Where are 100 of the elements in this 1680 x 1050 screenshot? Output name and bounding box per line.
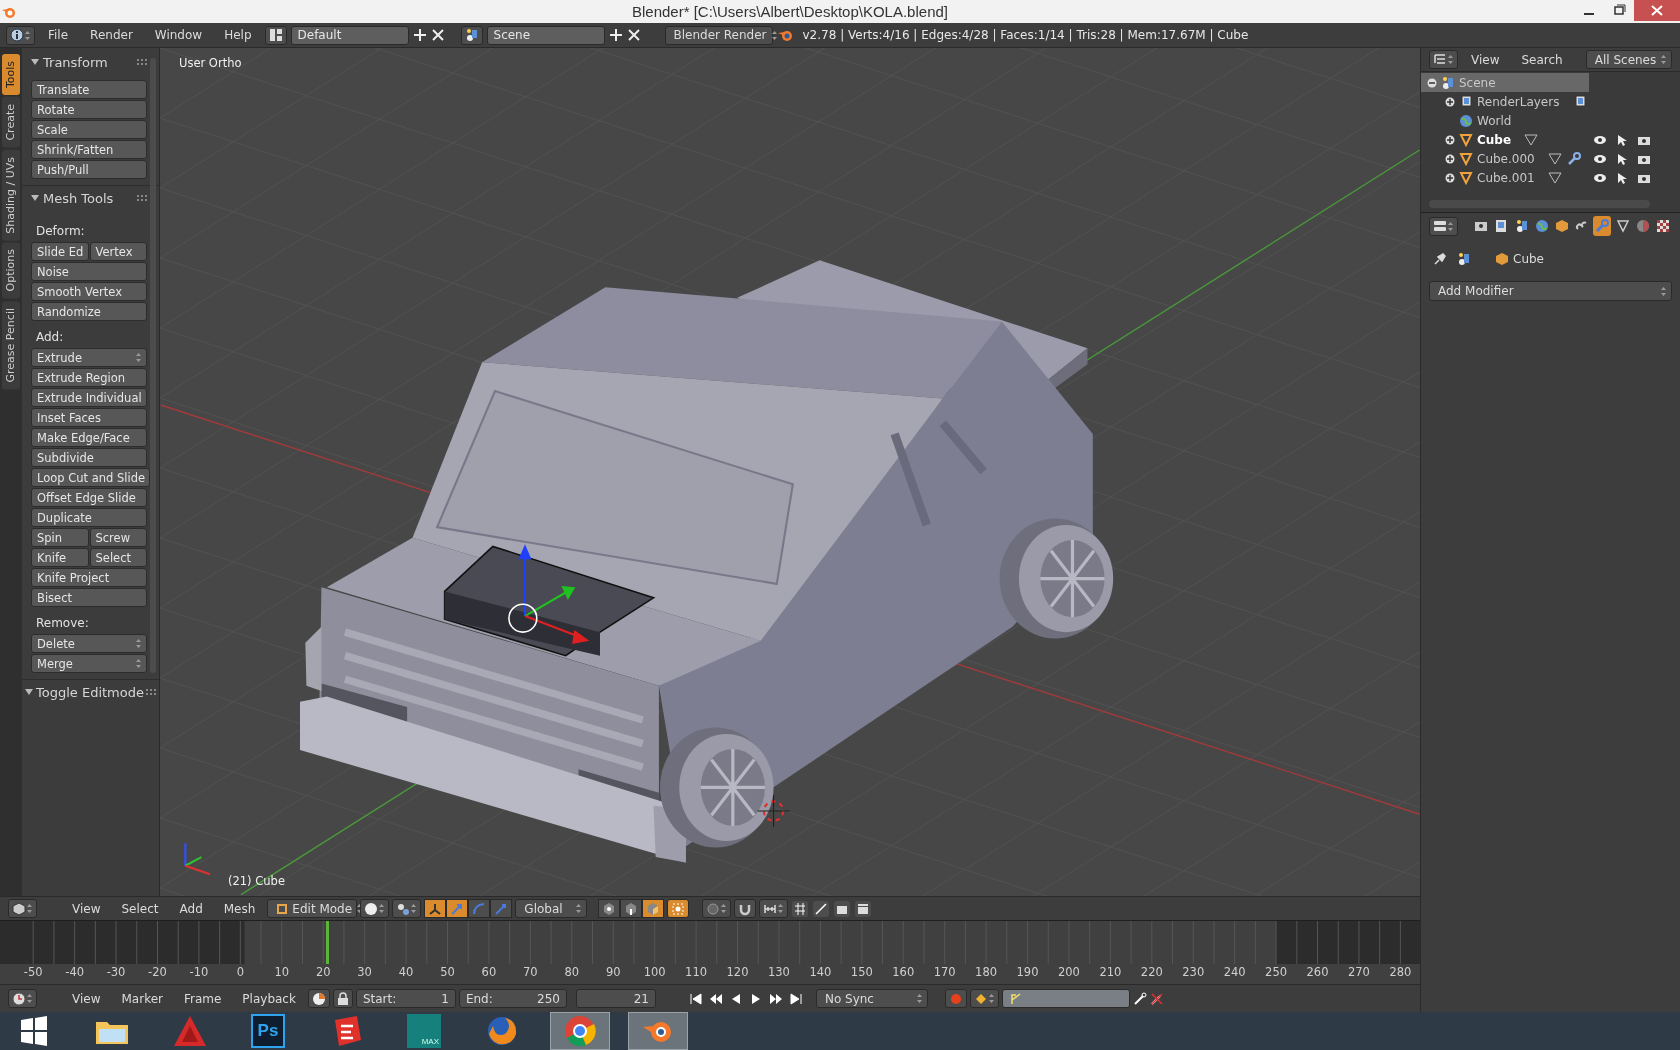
eye-icon[interactable] [1593, 152, 1607, 165]
editor-type-button[interactable] [1429, 50, 1458, 69]
tool-button[interactable]: Translate [31, 80, 147, 99]
preview-range-button[interactable] [307, 989, 330, 1008]
outliner-row[interactable]: Cube [1421, 130, 1680, 149]
scene-tab-icon[interactable] [1514, 219, 1529, 233]
tool-button[interactable]: Subdivide [31, 448, 147, 467]
panel-title[interactable]: Transform [43, 54, 108, 70]
outliner-row[interactable]: Cube.001 [1421, 168, 1680, 187]
jump-end-icon[interactable] [788, 991, 803, 1006]
render-camera-icon[interactable] [833, 899, 852, 918]
proportional-edit-dropdown[interactable] [702, 899, 732, 918]
tool-button[interactable]: Slide Ed [31, 242, 89, 261]
tool-button[interactable]: Push/Pull [31, 160, 147, 179]
menu-item[interactable]: File [39, 28, 78, 42]
tool-button[interactable]: Extrude Individual [31, 388, 147, 407]
texture-tab-icon[interactable] [1655, 219, 1670, 233]
tool-button[interactable]: Spin [31, 528, 89, 547]
transform-manipulator[interactable] [508, 544, 590, 644]
toggle-manipulator-icon[interactable] [428, 901, 443, 916]
tool-button[interactable]: Shrink/Fatten [31, 140, 147, 159]
jump-start-icon[interactable] [688, 991, 703, 1006]
mode-dropdown[interactable]: Edit Mode [267, 899, 358, 918]
menu-item[interactable]: View [63, 991, 110, 1006]
menu-item[interactable]: Mesh [214, 901, 265, 916]
drag-grip-icon[interactable] [137, 59, 147, 65]
menu-item[interactable]: View [1462, 52, 1509, 67]
crosshair-cursor-icon[interactable] [756, 794, 791, 828]
display-mode-dropdown[interactable]: All Scenes [1585, 50, 1673, 69]
add-icon[interactable] [608, 28, 623, 42]
menu-item[interactable]: Search [1512, 52, 1572, 67]
editor-type-button[interactable] [6, 25, 35, 45]
panel-tab[interactable]: Tools [2, 54, 20, 96]
expanded-triangle-icon[interactable] [30, 57, 40, 67]
keying-set-field[interactable] [1001, 989, 1130, 1008]
tool-button[interactable]: Screw [89, 528, 147, 547]
cursor-arrow-icon[interactable] [1617, 152, 1627, 165]
drag-grip-icon[interactable] [146, 689, 156, 695]
add-icon[interactable] [412, 28, 427, 42]
tool-button[interactable]: Rotate [31, 100, 147, 119]
mesh-data-icon[interactable] [1546, 151, 1563, 166]
cursor-arrow-icon[interactable] [1617, 171, 1627, 184]
panel-title[interactable]: Toggle Editmode [36, 684, 144, 700]
render-tab-icon[interactable] [1474, 219, 1489, 233]
menu-item[interactable]: View [63, 901, 110, 916]
delete-key-icon[interactable] [1149, 991, 1164, 1006]
start-frame-field[interactable]: Start: 1 [355, 989, 456, 1008]
photoshop-app-icon[interactable]: Ps [251, 1014, 285, 1048]
panel-title[interactable]: Mesh Tools [43, 190, 114, 206]
grid-snap-icon[interactable] [791, 899, 810, 918]
tool-button[interactable]: Make Edge/Face [31, 428, 147, 447]
expand-icon[interactable] [1445, 153, 1455, 164]
vertex-select-icon[interactable] [602, 901, 617, 916]
menu-item[interactable]: Frame [174, 991, 231, 1006]
app-icon[interactable]: MAX [407, 1014, 441, 1048]
wrench-icon[interactable] [1566, 151, 1581, 166]
tool-dropdown[interactable]: Delete [31, 634, 147, 653]
scene-button[interactable] [460, 25, 483, 45]
panel-tab[interactable]: Options [2, 242, 20, 299]
mesh-data-icon[interactable] [1523, 132, 1540, 147]
expanded-triangle-icon[interactable] [24, 687, 34, 697]
material-tab-icon[interactable] [1635, 219, 1650, 233]
scene-field[interactable]: Scene [486, 25, 605, 45]
orientation-dropdown[interactable]: Global [515, 899, 588, 918]
tool-button[interactable]: Select [89, 548, 147, 567]
collapse-icon[interactable] [1427, 77, 1437, 88]
keying-button[interactable] [969, 989, 999, 1008]
record-button[interactable] [944, 989, 967, 1008]
snap-element-dropdown[interactable] [759, 899, 789, 918]
insert-key-icon[interactable] [1132, 991, 1147, 1006]
outliner-row[interactable]: RenderLayers [1421, 92, 1680, 111]
outliner-row[interactable]: Scene [1421, 73, 1589, 92]
menu-item[interactable]: Marker [112, 991, 172, 1006]
tool-button[interactable]: Randomize [31, 302, 147, 321]
snap-button[interactable] [734, 899, 757, 918]
layout-field[interactable]: Default [290, 25, 409, 45]
previous-keyframe-icon[interactable] [708, 991, 723, 1006]
world-tab-icon[interactable] [1534, 219, 1549, 233]
pin-icon[interactable] [1433, 252, 1447, 266]
drag-grip-icon[interactable] [137, 195, 147, 201]
sync-dropdown[interactable]: No Sync [815, 989, 928, 1008]
panel-tab[interactable]: Shading / UVs [2, 149, 20, 241]
end-frame-field[interactable]: End: 250 [458, 989, 567, 1008]
expand-icon[interactable] [1445, 96, 1455, 107]
menu-item[interactable]: Render [81, 28, 142, 42]
panel-tab[interactable]: Grease Pencil [2, 300, 20, 390]
tool-dropdown[interactable]: Extrude [31, 348, 147, 367]
panel-tab[interactable]: Create [2, 97, 20, 148]
close-icon[interactable] [430, 28, 445, 42]
expand-icon[interactable] [1445, 134, 1455, 145]
tool-button[interactable]: Bisect [31, 588, 147, 607]
tool-button[interactable]: Loop Cut and Slide [31, 468, 151, 487]
tool-button[interactable]: Offset Edge Slide [31, 488, 147, 507]
outliner-row[interactable]: Cube.000 [1421, 149, 1680, 168]
data-tab-icon[interactable] [1615, 219, 1630, 233]
eye-icon[interactable] [1593, 171, 1607, 184]
tool-button[interactable]: Scale [31, 120, 147, 139]
menu-item[interactable]: Select [112, 901, 168, 916]
menu-item[interactable]: Help [215, 28, 261, 42]
tool-button[interactable]: Smooth Vertex [31, 282, 147, 301]
